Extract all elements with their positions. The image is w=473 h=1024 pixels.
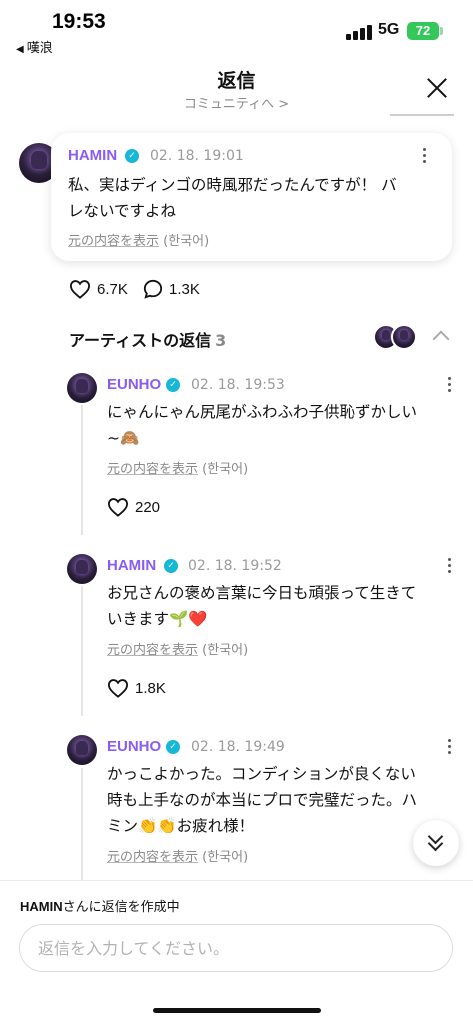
battery-level: 72 [415, 23, 431, 38]
reply-author-name[interactable]: EUNHO [107, 738, 161, 755]
original-language: (한국어) [202, 643, 249, 658]
reply-input[interactable] [19, 924, 453, 972]
post-like-count: 6.7K [97, 280, 128, 298]
post-date: 02. 18. 19:01 [150, 148, 244, 164]
collapse-replies-icon[interactable] [430, 328, 452, 344]
post-text: 私、実はディンゴの時風邪だったんですが！ バ レないですよね [68, 172, 444, 224]
verified-badge-icon: ✓ [166, 378, 180, 392]
replying-to-name: HAMIN [20, 899, 63, 914]
reply-date: 02. 18. 19:49 [191, 739, 285, 755]
reply-text: にゃんにゃん尻尾がふわふわ子供恥ずかしい ~🙈 [107, 399, 457, 451]
show-original-link[interactable]: 元の内容を表示 [107, 643, 198, 658]
show-original-row: 元の内容を表示 (한국어) [107, 846, 248, 865]
post-like-button[interactable]: 6.7K [69, 279, 128, 299]
reply-text: かっこよかった。コンディションが良くない 時も上手なのが本当にプロで完璧だった。… [107, 761, 457, 839]
heart-icon [107, 679, 129, 698]
reply-text-line: ミン👏👏お疲れ様！ [107, 817, 255, 835]
original-language: (한국어) [163, 234, 210, 249]
verified-badge-icon: ✓ [166, 740, 180, 754]
close-icon[interactable] [420, 70, 456, 106]
reply-text: お兄さんの褒め言葉に今日も頑張って生きて いきます🌱❤️ [107, 580, 457, 632]
show-original-row: 元の内容を表示 (한국어) [68, 230, 209, 249]
reply-more-icon[interactable] [443, 557, 455, 575]
reply-author-avatar[interactable] [67, 554, 97, 584]
back-app-label: 嘆浪 [26, 41, 53, 56]
artist-replies-count: 3 [215, 331, 227, 350]
heart-icon [107, 498, 129, 517]
reply-text-line: かっこよかった。コンディションが良くない [107, 765, 416, 783]
artist-replies-heading: アーティストの返信 3 [69, 327, 226, 351]
thread-line [81, 586, 83, 716]
reply-author-name[interactable]: HAMIN [107, 557, 156, 574]
page-title: 返信 [217, 70, 256, 92]
replying-to-label: HAMINさんに返信を作成中 [20, 896, 180, 915]
show-original-link[interactable]: 元の内容を表示 [107, 462, 198, 477]
reply-like-button[interactable]: 220 [107, 497, 160, 517]
original-language: (한국어) [202, 462, 249, 477]
battery-cap [440, 27, 443, 35]
reply-text-line: 時も上手なのが本当にプロで完璧だった。ハ [107, 791, 418, 809]
scroll-down-button[interactable] [413, 820, 459, 866]
reply-more-icon[interactable] [443, 738, 455, 756]
reply-text-line: いきます🌱❤️ [107, 610, 208, 628]
back-triangle-icon: ◀ [16, 44, 24, 55]
back-to-app-link[interactable]: ◀ 嘆浪 [16, 37, 53, 56]
reply-like-button[interactable]: 1.8K [107, 678, 166, 698]
post-text-line: レないですよね [68, 202, 177, 220]
show-original-link[interactable]: 元の内容を表示 [107, 850, 198, 865]
header-underline [390, 114, 454, 116]
original-language: (한국어) [202, 850, 249, 865]
status-bar: 19:53 ◀ 嘆浪 5G 72 [0, 0, 473, 56]
comment-icon [143, 279, 163, 299]
post-author-name[interactable]: HAMIN [68, 147, 117, 164]
cellular-signal-icon [346, 24, 372, 40]
verified-badge-icon: ✓ [125, 149, 139, 163]
replying-to-suffix: さんに返信を作成中 [62, 900, 180, 915]
original-post-card: HAMIN ✓ 02. 18. 19:01 私、実はディンゴの時風邪だったんです… [51, 133, 452, 261]
reply-author-name[interactable]: EUNHO [107, 376, 161, 393]
thread-line [81, 405, 83, 535]
post-comment-button[interactable]: 1.3K [143, 279, 200, 299]
reply-author-avatar[interactable] [67, 373, 97, 403]
post-more-icon[interactable] [418, 147, 430, 165]
thread-line [81, 768, 83, 880]
show-original-link[interactable]: 元の内容を表示 [68, 234, 159, 249]
reply-text-line: ~🙈 [107, 429, 140, 447]
show-original-row: 元の内容を表示 (한국어) [107, 639, 248, 658]
show-original-row: 元の内容を表示 (한국어) [107, 458, 248, 477]
reply-author-avatar[interactable] [67, 735, 97, 765]
reply-more-icon[interactable] [443, 376, 455, 394]
reply-text-line: お兄さんの褒め言葉に今日も頑張って生きて [107, 584, 417, 602]
reply-text-line: にゃんにゃん尻尾がふわふわ子供恥ずかしい [107, 403, 418, 421]
composer-divider [0, 880, 473, 881]
clock: 19:53 [52, 10, 106, 33]
battery-icon: 72 [407, 22, 439, 40]
home-indicator [153, 1008, 321, 1013]
verified-badge-icon: ✓ [164, 559, 178, 573]
post-text-line: 私、実はディンゴの時風邪だったんですが！ バ [68, 176, 397, 194]
reply-date: 02. 18. 19:52 [188, 558, 282, 574]
artist-replies-title: アーティストの返信 [69, 331, 212, 350]
reply-like-count: 1.8K [135, 679, 166, 697]
post-comment-count: 1.3K [169, 280, 200, 298]
go-to-community-link[interactable]: コミュニティへ > [0, 93, 473, 112]
artist-avatar-stack-item [391, 324, 417, 350]
reply-like-count: 220 [135, 498, 161, 516]
reply-date: 02. 18. 19:53 [191, 377, 285, 393]
heart-icon [69, 280, 91, 299]
network-type: 5G [378, 21, 400, 38]
